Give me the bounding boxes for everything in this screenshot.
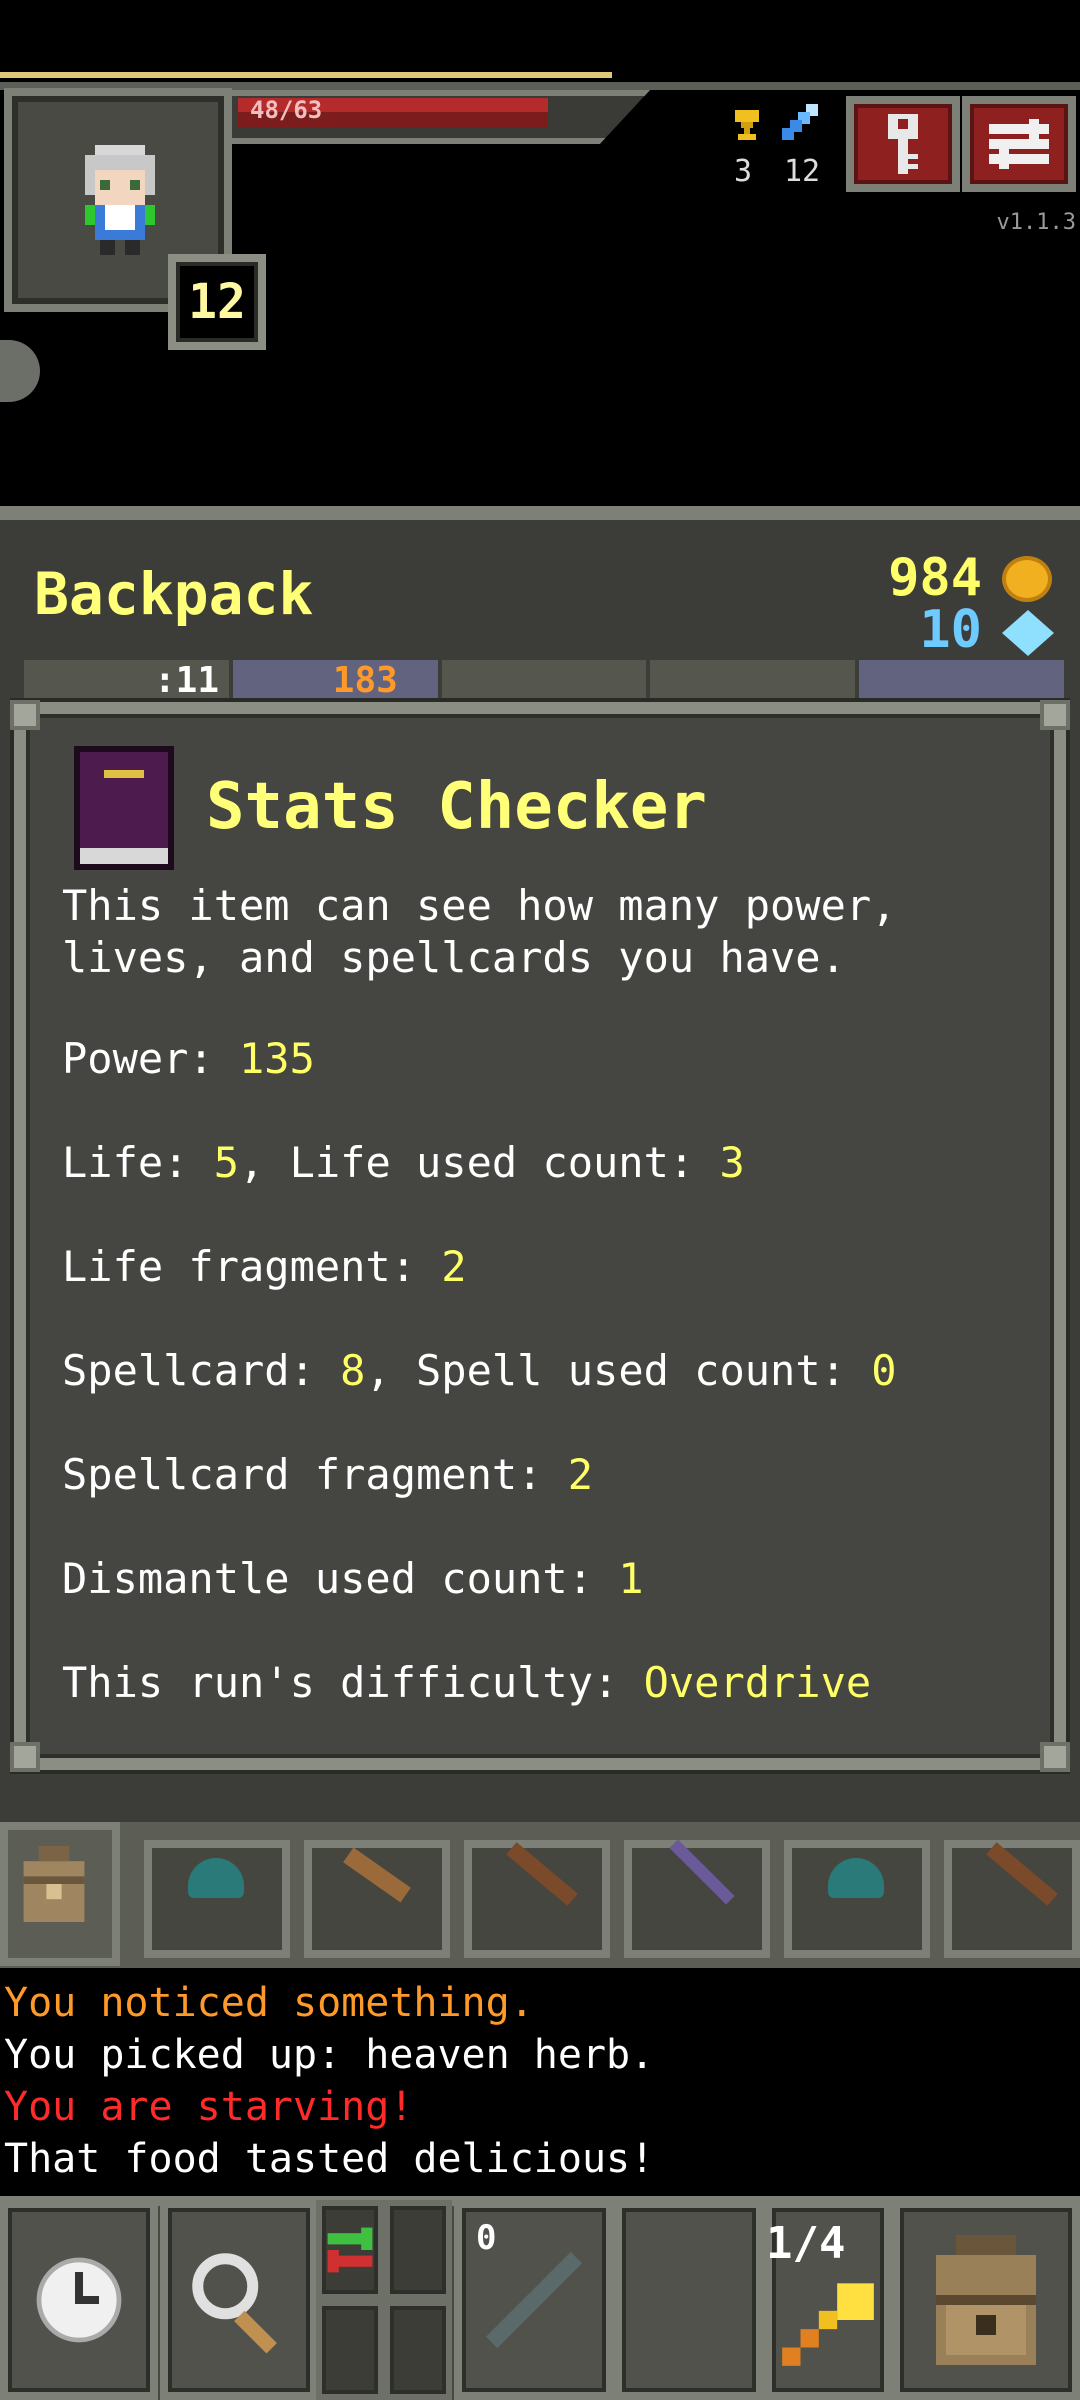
stat-label: Life fragment:	[62, 1242, 442, 1291]
clock-icon	[36, 2257, 122, 2343]
stat-value: Overdrive	[643, 1658, 872, 1707]
stat-difficulty: This run's difficulty: Overdrive	[62, 1658, 871, 1707]
log-line: You are starving!	[4, 2084, 414, 2130]
buff-2-count: 12	[784, 154, 821, 189]
dialog-corner	[10, 1742, 40, 1772]
sword-silhouette-icon	[485, 2251, 583, 2349]
staff-icon	[986, 1842, 1058, 1906]
gold-count: 984	[888, 548, 982, 608]
staff-icon	[506, 1842, 578, 1906]
buff-1-count: 3	[734, 154, 753, 189]
tab-4[interactable]	[650, 660, 856, 706]
wand-charges: 1/4	[766, 2218, 846, 2269]
stat-label: Dismantle used count:	[62, 1554, 619, 1603]
swap-button[interactable]	[316, 2200, 384, 2300]
tab-5[interactable]	[859, 660, 1064, 706]
stat-life: Life: 5, Life used count: 3	[62, 1138, 745, 1187]
stat-value: 3	[719, 1138, 745, 1187]
inventory-slot[interactable]	[304, 1840, 450, 1958]
stat-life-fragment: Life fragment: 2	[62, 1242, 467, 1291]
dialog-corner	[1040, 1742, 1070, 1772]
swap-icon	[327, 2227, 373, 2273]
inventory-slot[interactable]	[624, 1839, 770, 1958]
log-line: You noticed something.	[4, 1980, 534, 2026]
gem-count: 10	[919, 600, 982, 660]
stat-label: , Spell used count:	[365, 1346, 872, 1395]
quickslot-wand[interactable]: 1/4	[764, 2200, 892, 2400]
stat-value: 0	[871, 1346, 897, 1395]
magnifier-icon	[192, 2253, 277, 2354]
trophy-icon	[735, 110, 759, 140]
wait-button[interactable]	[0, 2200, 158, 2400]
stat-value: 8	[340, 1346, 366, 1395]
key-icon	[888, 114, 918, 174]
stat-value: 2	[441, 1242, 467, 1291]
backpack-tabs: :11 183	[24, 660, 1064, 706]
hero-sprite	[85, 145, 155, 255]
empty-slot[interactable]	[384, 2300, 452, 2400]
inventory-slot[interactable]	[144, 1840, 290, 1958]
magic-wand-icon	[782, 2283, 874, 2366]
backpack-tab-button[interactable]	[0, 1822, 120, 1966]
inventory-slot[interactable]	[944, 1840, 1080, 1958]
menu-icon	[989, 119, 1049, 169]
stat-value: 5	[213, 1138, 240, 1187]
gold-coin-icon	[1002, 556, 1052, 602]
quickslot-2[interactable]	[614, 2200, 764, 2400]
backpack-button[interactable]	[892, 2200, 1080, 2400]
inventory-slot[interactable]	[464, 1840, 610, 1958]
tab-3[interactable]	[441, 660, 647, 706]
sword-icon	[782, 104, 818, 140]
stat-label: , Life used count:	[239, 1138, 720, 1187]
experience-bar	[0, 72, 612, 78]
herb-icon	[188, 1858, 244, 1898]
tab-2[interactable]: 183	[232, 660, 438, 706]
stat-label: Spellcard fragment:	[62, 1450, 568, 1499]
quickslot-count: 0	[476, 2218, 497, 2258]
stat-label: Power:	[62, 1034, 240, 1083]
inventory-slot[interactable]	[784, 1840, 930, 1958]
empty-slot[interactable]	[316, 2300, 384, 2400]
backpack-title: Backpack	[34, 560, 314, 628]
hp-text: 48/63	[250, 96, 323, 124]
stat-power: Power: 135	[62, 1034, 315, 1083]
stat-spellcard-fragment: Spellcard fragment: 2	[62, 1450, 593, 1499]
item-title: Stats Checker	[206, 770, 707, 844]
menu-button[interactable]	[962, 96, 1076, 192]
empty-slot[interactable]	[384, 2200, 452, 2300]
journal-button[interactable]	[846, 96, 960, 192]
log-line: That food tasted delicious!	[4, 2136, 655, 2182]
wand-icon	[343, 1847, 411, 1903]
version-label: v1.1.3	[996, 210, 1076, 235]
book-icon	[74, 746, 174, 870]
log-line: You picked up: heaven herb.	[4, 2032, 655, 2078]
tab-1[interactable]: :11	[24, 660, 229, 706]
tab-1-count: :11	[154, 660, 220, 701]
herb-icon	[828, 1858, 884, 1898]
quickslot-1[interactable]: 0	[454, 2200, 614, 2400]
wand-icon	[669, 1839, 735, 1905]
backpack-icon	[936, 2235, 1036, 2365]
dialog-corner	[1040, 700, 1070, 730]
stat-value: 1	[618, 1554, 644, 1603]
side-drawer-handle[interactable]	[0, 340, 40, 402]
item-description: This item can see how many power, lives,…	[62, 881, 897, 982]
dialog-corner	[10, 700, 40, 730]
search-button[interactable]	[160, 2200, 318, 2400]
stat-spellcard: Spellcard: 8, Spell used count: 0	[62, 1346, 896, 1395]
stat-value: 2	[567, 1450, 594, 1499]
stat-label: This run's difficulty:	[62, 1658, 644, 1707]
tab-2-count: 183	[332, 660, 398, 701]
stat-dismantle: Dismantle used count: 1	[62, 1554, 644, 1603]
backpack-small-icon	[23, 1846, 85, 1922]
stat-label: Spellcard:	[62, 1346, 341, 1395]
stat-label: Life:	[62, 1138, 214, 1187]
stat-value: 135	[239, 1034, 315, 1083]
level-badge: 12	[168, 254, 266, 350]
